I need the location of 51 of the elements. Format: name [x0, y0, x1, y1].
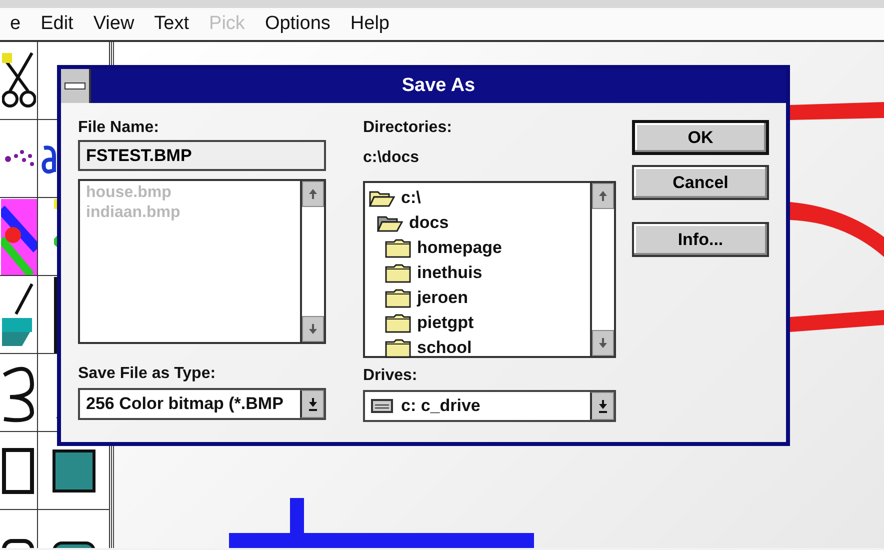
menu-item[interactable]: View	[83, 10, 144, 38]
field-label: Directories:	[363, 118, 453, 138]
field-label: Drives:	[363, 366, 418, 386]
dialog-button[interactable]: OK	[632, 120, 769, 155]
system-menu-button[interactable]	[61, 69, 91, 103]
down-arrow-icon	[308, 397, 318, 411]
folder-icon	[385, 312, 411, 332]
down-arrow-icon	[598, 337, 608, 349]
folder-icon	[385, 238, 411, 258]
dropdown-button[interactable]	[590, 392, 614, 420]
directory-item[interactable]: docs	[409, 212, 449, 232]
drive-icon	[371, 399, 393, 413]
open-folder-icon	[369, 188, 395, 206]
directory-list[interactable]: c:\ docs homepage inethuis jeroen pietgpt school	[363, 181, 616, 358]
up-arrow-icon	[598, 190, 608, 202]
up-arrow-icon	[308, 188, 318, 200]
down-arrow-icon	[598, 399, 608, 413]
field-label: Save File as Type:	[78, 364, 217, 384]
directory-item[interactable]: c:\	[401, 188, 421, 208]
folder-icon	[385, 262, 411, 282]
directory-item[interactable]: jeroen	[417, 288, 468, 308]
scissors-icon[interactable]	[2, 50, 36, 110]
dialog-button[interactable]: Cancel	[632, 165, 769, 200]
field-label: File Name:	[78, 118, 160, 138]
file-type-dropdown[interactable]: 256 Color bitmap (*.BMP	[78, 388, 326, 420]
menu-item[interactable]: e	[0, 10, 31, 38]
menu-item[interactable]: Text	[144, 10, 200, 38]
dialog-title: Save As	[400, 74, 476, 98]
scroll-up-button[interactable]	[592, 183, 614, 209]
scroll-down-button[interactable]	[592, 330, 614, 356]
file-name-field[interactable]: FSTEST.BMP	[78, 140, 326, 171]
directory-item[interactable]: homepage	[417, 238, 502, 258]
rectangle-icon[interactable]	[2, 446, 36, 496]
open-folder-icon	[377, 214, 403, 232]
dropdown-button[interactable]	[300, 390, 324, 418]
current-directory: c:\docs	[363, 148, 420, 168]
directory-item[interactable]: pietgpt	[417, 312, 474, 332]
paint-roller-icon[interactable]	[0, 198, 36, 274]
folder-icon	[385, 288, 411, 308]
drive-dropdown[interactable]: c: c_drive	[363, 390, 616, 422]
folder-icon	[385, 338, 411, 358]
menu-item[interactable]: Options	[254, 10, 340, 38]
menu-item[interactable]: Edit	[30, 10, 84, 38]
directory-item[interactable]: inethuis	[417, 262, 482, 282]
down-arrow-icon	[308, 323, 318, 335]
filled-rectangle-icon[interactable]	[52, 448, 96, 492]
scrollbar[interactable]	[590, 183, 614, 356]
dialog-button[interactable]: Info...	[632, 222, 769, 257]
minus-bar-icon	[64, 82, 86, 90]
menu-item[interactable]: Help	[340, 10, 400, 38]
directory-item[interactable]: school	[417, 338, 472, 358]
